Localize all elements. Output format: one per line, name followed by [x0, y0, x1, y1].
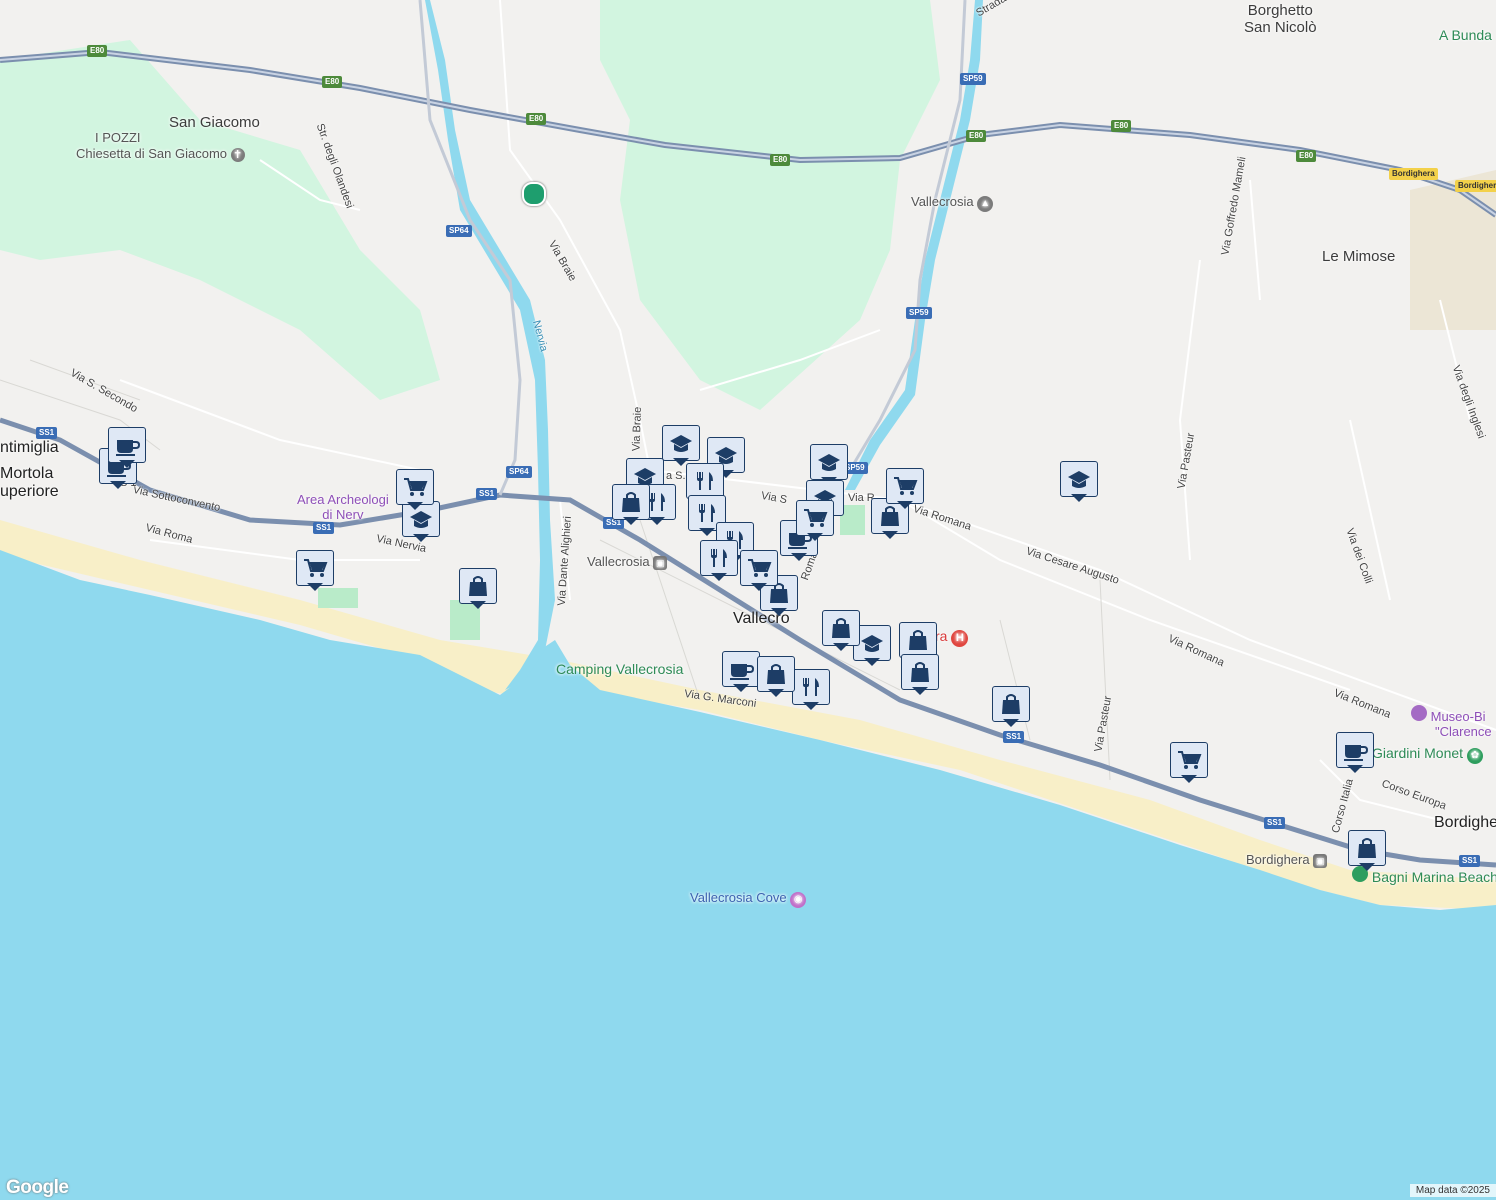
label-i-pozzi: I POZZI [95, 130, 141, 145]
restaurant-marker-icon[interactable] [792, 669, 830, 711]
label-chiesetta[interactable]: Chiesetta di San Giacomo ✝ [76, 146, 245, 162]
label-bordighera-station[interactable]: Bordighera ▣ [1246, 852, 1328, 868]
shield-ss1: SS1 [1003, 731, 1025, 743]
shield-e80: E80 [87, 45, 108, 57]
street-via-braie-2: Via Braie [630, 406, 644, 452]
supermarket-marker-icon[interactable] [396, 469, 434, 511]
supermarket-marker-icon[interactable] [886, 468, 924, 510]
shopping-bag-marker-icon[interactable] [459, 568, 497, 610]
shield-bordighera: Bordighera [1389, 168, 1438, 180]
shopping-bag-marker-icon[interactable] [612, 484, 650, 526]
shield-e80: E80 [1296, 150, 1317, 162]
label-bordighera-town: Bordighe [1434, 814, 1496, 831]
shield-ss1: SS1 [1264, 817, 1286, 829]
school-pin-icon: ▲ [977, 196, 994, 212]
train-station-icon: ▣ [1313, 854, 1328, 868]
shield-e80: E80 [1111, 120, 1132, 132]
map-attribution: Map data ©2025 [1409, 1184, 1496, 1197]
shield-ss1: SS1 [36, 427, 58, 439]
label-vallecrosia-station[interactable]: Vallecrosia ▣ [587, 554, 668, 570]
hospital-icon: H [951, 630, 969, 647]
museum-icon [1411, 705, 1427, 721]
camera-icon: ◉ [790, 892, 807, 908]
shopping-bag-marker-icon[interactable] [992, 686, 1030, 728]
shopping-bag-marker-icon[interactable] [901, 654, 939, 696]
label-camping[interactable]: Camping Vallecrosia [556, 661, 683, 677]
label-hospital[interactable]: ra H [935, 628, 969, 647]
label-museo[interactable]: Museo-Bi "Clarence [1411, 705, 1492, 739]
label-mortola: Mortola uperiore [0, 465, 59, 500]
shield-bordighera: Bordighera [1455, 180, 1496, 192]
supermarket-marker-icon[interactable] [740, 550, 778, 592]
park-area-east [1410, 170, 1496, 330]
church-icon: ✝ [230, 148, 245, 162]
cafe-marker-icon[interactable] [1336, 732, 1374, 774]
shield-sp59: SP59 [906, 307, 932, 319]
label-giardini[interactable]: Giardini Monet ✿ [1372, 745, 1483, 764]
label-vallecrosia-cove[interactable]: Vallecrosia Cove ◉ [690, 890, 807, 908]
garden-icon: ✿ [1466, 748, 1483, 764]
location-pin-icon[interactable] [522, 182, 546, 206]
shield-e80: E80 [966, 130, 987, 142]
shield-ss1: SS1 [476, 488, 498, 500]
train-station-icon: ▣ [653, 556, 668, 570]
google-logo: Google [6, 1177, 69, 1198]
restaurant-marker-icon[interactable] [700, 540, 738, 582]
label-borghetto: Borghetto San Nicolò [1244, 2, 1317, 36]
label-ventimiglia: ntimiglia [0, 439, 59, 456]
shopping-bag-marker-icon[interactable] [757, 656, 795, 698]
shield-e80: E80 [322, 76, 343, 88]
cafe-marker-icon[interactable] [108, 427, 146, 469]
shield-sp59: SP59 [960, 73, 986, 85]
map-base [0, 0, 1496, 1200]
label-area-archeologica[interactable]: Area Archeologi di Nerv [297, 492, 389, 522]
label-vallecrosia-school[interactable]: Vallecrosia ▲ [911, 194, 994, 212]
cafe-marker-icon[interactable] [722, 651, 760, 693]
shopping-bag-marker-icon[interactable] [1348, 830, 1386, 872]
school-marker-icon[interactable] [662, 425, 700, 467]
supermarket-marker-icon[interactable] [1170, 742, 1208, 784]
label-le-mimose: Le Mimose [1322, 248, 1396, 265]
label-a-bunda[interactable]: A Bunda [1439, 27, 1492, 43]
shield-sp64: SP64 [446, 225, 472, 237]
shopping-bag-marker-icon[interactable] [822, 610, 860, 652]
map-canvas[interactable]: San Giacomo I POZZI Chiesetta di San Gia… [0, 0, 1496, 1200]
label-san-giacomo: San Giacomo [169, 114, 260, 131]
shield-e80: E80 [526, 113, 547, 125]
supermarket-marker-icon[interactable] [296, 550, 334, 592]
school-marker-icon[interactable] [1060, 461, 1098, 503]
supermarket-marker-icon[interactable] [796, 500, 834, 542]
shield-ss1: SS1 [313, 522, 335, 534]
shield-e80: E80 [770, 154, 791, 166]
shield-sp64: SP64 [506, 466, 532, 478]
shield-ss1: SS1 [1459, 855, 1481, 867]
